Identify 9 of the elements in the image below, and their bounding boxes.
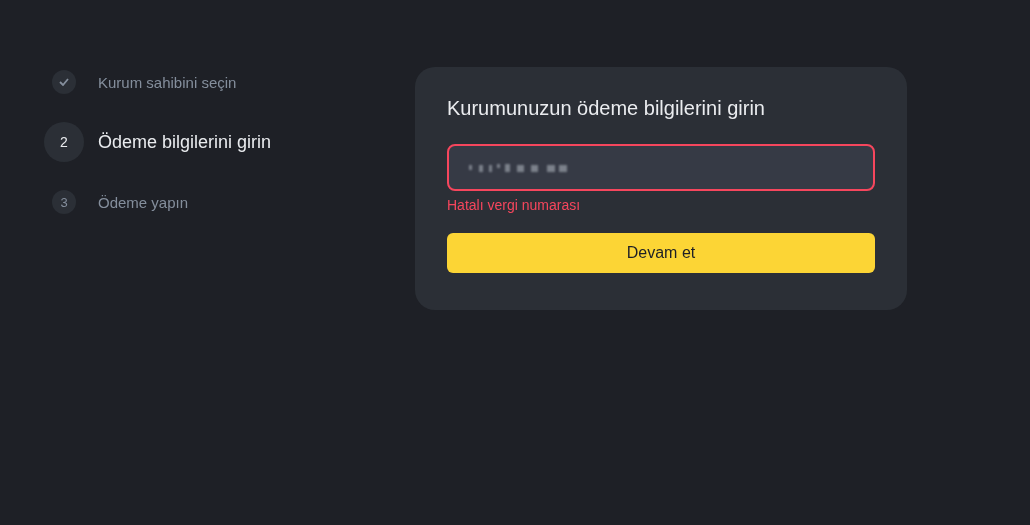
form-title: Kurumunuzun ödeme bilgilerini girin <box>447 97 766 120</box>
step-number: 2 <box>44 122 84 162</box>
step-number: 3 <box>52 190 76 214</box>
step-label: Ödeme bilgilerini girin <box>98 131 272 153</box>
continue-button[interactable]: Devam et <box>447 233 875 273</box>
step-label: Kurum sahibini seçin <box>98 73 237 91</box>
step-label: Ödeme yapın <box>98 193 189 211</box>
tax-number-field[interactable] <box>447 144 875 191</box>
error-message: Hatalı vergi numarası <box>447 197 582 213</box>
